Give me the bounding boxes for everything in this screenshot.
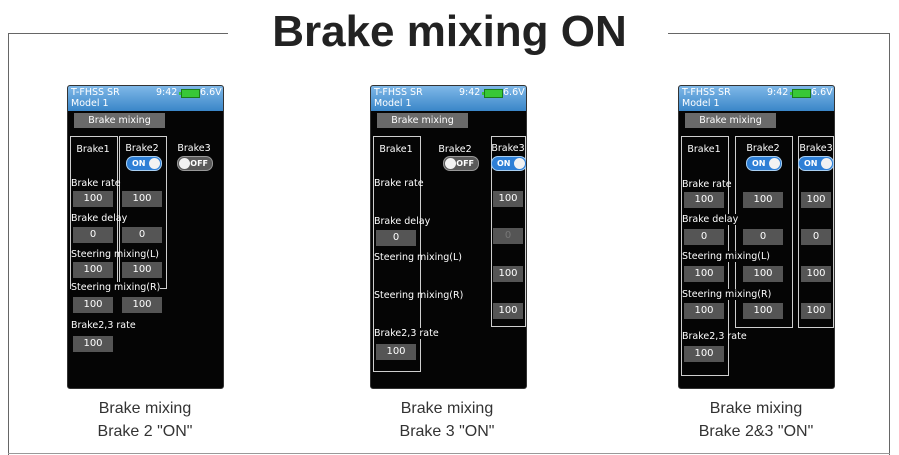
brake3-toggle[interactable]: OFF [177,156,213,171]
brake3-delay-value[interactable]: 0 [493,228,523,244]
brake23-rate-label: Brake2,3 rate [71,320,136,331]
brake1-delay-value[interactable]: 0 [376,230,416,246]
brake1-steering-r-value[interactable]: 100 [73,297,113,313]
brake1-steering-r-value[interactable]: 100 [684,303,724,319]
brake3-toggle[interactable]: ON [491,156,526,171]
brake3-rate-value[interactable]: 100 [801,192,831,208]
brake-delay-label: Brake delay [682,214,739,225]
steering-mixing-l-label: Steering mixing(L) [374,252,462,263]
brake3-steering-l-value[interactable]: 100 [801,266,831,282]
brake2-steering-l-value[interactable]: 100 [743,266,783,282]
brake1-rate-value[interactable]: 100 [73,191,113,207]
battery-voltage: 6.6V [200,87,222,98]
steering-mixing-r-label: Steering mixing(R) [374,290,464,301]
brake3-toggle[interactable]: ON [798,156,834,171]
brake3-steering-r-value[interactable]: 100 [801,303,831,319]
brake23-rate-label: Brake2,3 rate [374,328,439,339]
toggle-knob [769,158,780,169]
screen-title-tab[interactable]: Brake mixing [377,113,468,128]
brake3-delay-value[interactable]: 0 [801,229,831,245]
brake3-header: Brake3 [491,143,525,154]
brake1-header: Brake1 [687,144,721,155]
toggle-knob [149,158,160,169]
brake2-rate-value[interactable]: 100 [743,192,783,208]
brake2-header: Brake2 [746,143,780,154]
brake3-header: Brake3 [177,143,211,154]
steering-mixing-l-label: Steering mixing(L) [682,251,770,262]
brake1-header: Brake1 [76,144,110,155]
steering-mixing-r-label: Steering mixing(R) [682,289,772,300]
screen-panel-brake23-on: T-FHSS SR 9:42 6.6V Model 1 Brake mixing… [678,85,835,389]
brake23-rate-value[interactable]: 100 [376,344,416,360]
brake-rate-label: Brake rate [71,178,121,189]
steering-mixing-l-label: Steering mixing(L) [71,249,159,260]
brake-delay-label: Brake delay [71,213,128,224]
system-name: T-FHSS SR [374,87,423,98]
caption-brake3-on: Brake mixing Brake 3 "ON" [399,400,495,440]
brake3-steering-r-value[interactable]: 100 [493,303,523,319]
toggle-knob [179,158,190,169]
toggle-knob [445,158,456,169]
brake-rate-label: Brake rate [374,178,424,189]
system-name: T-FHSS SR [682,87,731,98]
brake-rate-label: Brake rate [682,179,732,190]
frame-right-rule [889,33,890,455]
system-name: T-FHSS SR [71,87,120,98]
brake2-header: Brake2 [438,144,472,155]
brake1-delay-value[interactable]: 0 [684,229,724,245]
brake2-toggle[interactable]: ON [126,156,162,171]
brake2-toggle[interactable]: ON [746,156,782,171]
brake2-steering-l-value[interactable]: 100 [122,262,162,278]
battery-voltage: 6.6V [503,87,525,98]
brake23-rate-label: Brake2,3 rate [682,331,747,342]
model-name: Model 1 [374,98,412,109]
model-name: Model 1 [71,98,109,109]
steering-mixing-r-label: Steering mixing(R) [71,282,161,293]
page-title: Brake mixing ON [272,7,627,56]
brake2-delay-value[interactable]: 0 [743,229,783,245]
status-bar: T-FHSS SR 9:42 6.6V Model 1 [371,86,526,111]
model-name: Model 1 [682,98,720,109]
brake3-header: Brake3 [799,143,833,154]
brake1-steering-l-value[interactable]: 100 [73,262,113,278]
caption-brake23-on: Brake mixing Brake 2&3 "ON" [698,400,814,440]
brake23-rate-value[interactable]: 100 [73,336,113,352]
status-bar: T-FHSS SR 9:42 6.6V Model 1 [679,86,834,111]
screen-title-tab[interactable]: Brake mixing [685,113,776,128]
brake23-rate-value[interactable]: 100 [684,346,724,362]
brake3-steering-l-value[interactable]: 100 [493,266,523,282]
brake2-steering-r-value[interactable]: 100 [743,303,783,319]
screen-title-tab[interactable]: Brake mixing [74,113,165,128]
battery-icon [790,89,811,98]
brake1-delay-value[interactable]: 0 [73,227,113,243]
frame-left-rule [8,33,9,455]
brake2-header: Brake2 [125,143,159,154]
brake3-rate-value[interactable]: 100 [493,191,523,207]
clock: 9:42 [767,87,789,98]
frame-bottom-rule [8,453,890,454]
battery-icon [179,89,200,98]
brake1-header: Brake1 [379,144,413,155]
brake1-steering-l-value[interactable]: 100 [684,266,724,282]
brake2-toggle[interactable]: OFF [443,156,479,171]
brake2-delay-value[interactable]: 0 [122,227,162,243]
battery-voltage: 6.6V [811,87,833,98]
screen-panel-brake2-on: T-FHSS SR 9:42 6.6V Model 1 Brake mixing… [67,85,224,389]
toggle-knob [514,158,525,169]
toggle-knob [821,158,832,169]
clock: 9:42 [459,87,481,98]
battery-icon [482,89,503,98]
brake-delay-label: Brake delay [374,216,431,227]
clock: 9:42 [156,87,178,98]
status-bar: T-FHSS SR 9:42 6.6V Model 1 [68,86,223,111]
brake2-steering-r-value[interactable]: 100 [122,297,162,313]
caption-brake2-on: Brake mixing Brake 2 "ON" [97,400,193,440]
brake2-rate-value[interactable]: 100 [122,191,162,207]
brake1-rate-value[interactable]: 100 [684,192,724,208]
screen-panel-brake3-on: T-FHSS SR 9:42 6.6V Model 1 Brake mixing… [370,85,527,389]
